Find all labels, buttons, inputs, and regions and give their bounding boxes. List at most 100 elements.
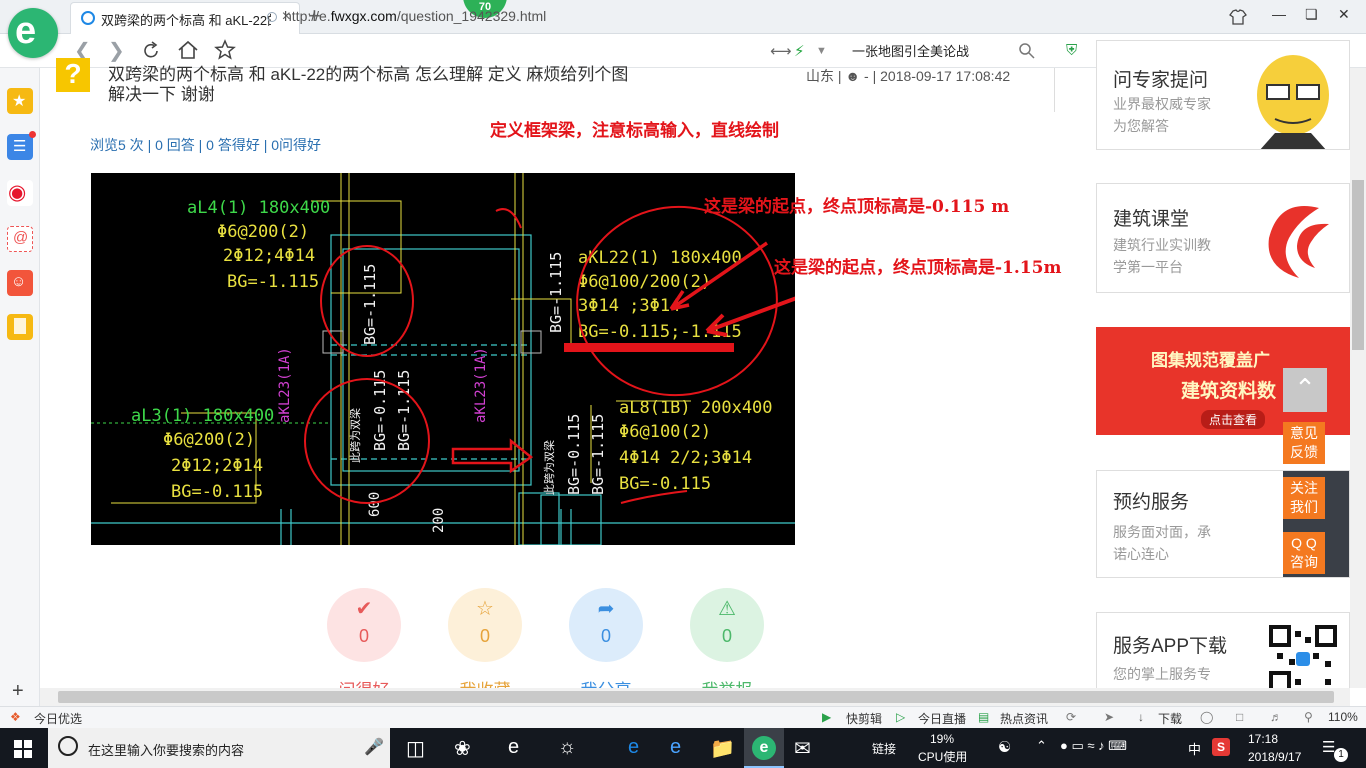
appointment-card-sub2: 诺心连心 (1113, 546, 1169, 562)
share-icon[interactable]: ⟷ (770, 42, 792, 60)
status-bar: ❖ 今日优选 ▶ 快剪辑 ▷ 今日直播 ▤ 热点资讯 ⟳ ➤ ↓ 下载 ◯ □ … (0, 706, 1366, 728)
report-button[interactable]: ⚠ 0 我举报 (690, 588, 764, 700)
expert-card-sub2: 为您解答 (1113, 118, 1169, 134)
double-beam-left-bg2: BG=-1.115 (395, 370, 413, 451)
status-item-clip[interactable]: 快剪辑 (846, 710, 882, 727)
volume-icon[interactable]: ♬ (1270, 710, 1282, 724)
close-window-button[interactable]: ✕ (1338, 6, 1350, 23)
add-sidebar-icon[interactable]: + (12, 680, 24, 703)
like-button[interactable]: ✔ 0 问得好 (327, 588, 401, 700)
collect-button[interactable]: ☆ 0 我收藏 (448, 588, 522, 700)
browser-logo-icon[interactable]: e (8, 8, 58, 58)
pin-icon[interactable]: ➤ (1104, 710, 1114, 724)
clip-icon: ▶ (822, 710, 832, 724)
aL4-name-label: aL4(1) 180x400 (187, 198, 330, 218)
aL8-stirrup-label: Φ6@100(2) (619, 422, 711, 442)
people-icon[interactable]: ☯ (998, 738, 1011, 756)
taskbar-search-placeholder: 在这里输入你要搜索的内容 (88, 743, 245, 758)
status-item-news[interactable]: 热点资讯 (1000, 710, 1048, 727)
site-info-icon[interactable] (267, 12, 277, 22)
aL8-bars-label: 4Φ14 2/2;3Φ14 (619, 448, 752, 468)
aL8-bg-label: BG=-0.115 (619, 474, 711, 494)
share-button[interactable]: ➦ 0 我分享 (569, 588, 643, 700)
taskbar-search-box[interactable]: 在这里输入你要搜索的内容 🎤 (48, 728, 390, 768)
cad-drawing-image[interactable]: aL4(1) 180x400 aL3(1) 180x400 Φ6@200(2) … (91, 173, 795, 545)
shirt-icon[interactable] (1228, 7, 1248, 27)
clock-date[interactable]: 2018/9/17 (1248, 750, 1301, 764)
banner-view-button[interactable]: 点击查看 (1201, 410, 1266, 429)
expert-card-title: 问专家提问 (1113, 70, 1209, 91)
shield-icon[interactable]: ⛨ (1066, 42, 1077, 59)
active-browser-task[interactable]: e (744, 728, 784, 768)
user-name[interactable]: - (864, 68, 869, 84)
window-icon[interactable]: □ (1236, 710, 1243, 724)
share-arrow-icon: ➦ (597, 598, 615, 620)
restore-button[interactable]: ❏ (1305, 6, 1318, 23)
clock-time[interactable]: 17:18 (1248, 732, 1278, 746)
qq-consult-button[interactable]: Q Q 咨询 (1283, 532, 1325, 574)
feedback-button[interactable]: 意见 反馈 (1283, 422, 1325, 464)
dimension-200: 200 (431, 508, 447, 533)
classroom-card[interactable]: 建筑课堂 建筑行业实训教 学第一平台 (1096, 183, 1350, 293)
dropdown-icon[interactable]: ▼ (816, 45, 827, 57)
mail-icon[interactable]: @ (7, 226, 33, 252)
refresh-status-icon[interactable]: ⟳ (1066, 710, 1076, 724)
back-to-top-button[interactable]: ⌃ (1283, 368, 1327, 412)
tray-icons[interactable]: ● ▭ ≈ ♪ ⌨ (1060, 738, 1127, 754)
taskbar-link[interactable]: 链接 (872, 740, 896, 757)
horizontal-scroll-thumb[interactable] (58, 691, 1334, 703)
edge-browser-icon[interactable]: e (628, 736, 639, 759)
notebook-icon[interactable] (7, 314, 33, 340)
aL4-bars-label: 2Φ12;4Φ14 (223, 246, 315, 266)
home-icon[interactable] (176, 39, 200, 61)
appointment-card-sub1: 服务面对面，承 (1113, 524, 1211, 540)
zoom-level[interactable]: 110% (1328, 710, 1358, 724)
header-divider (1054, 68, 1055, 112)
tray-arrow-icon[interactable]: ⌃ (1036, 738, 1047, 754)
weibo-icon[interactable]: ◉ (7, 180, 33, 206)
expert-card[interactable]: 问专家提问 业界最权威专家 为您解答 (1096, 40, 1350, 150)
double-beam-label-right: 此跨为双梁 (542, 440, 556, 495)
follow-us-button[interactable]: 关注 我们 (1283, 477, 1325, 519)
game-icon[interactable]: ☺ (7, 270, 33, 296)
download-icon: ↓ (1138, 710, 1144, 724)
status-item-download[interactable]: 下载 (1158, 710, 1182, 727)
address-bar[interactable]: http://e.fwxgx.com/question_1942329.html (262, 5, 1012, 29)
app-download-card[interactable]: 服务APP下载 您的掌上服务专 (1096, 612, 1350, 692)
search-icon[interactable] (1018, 42, 1036, 60)
task-view-icon[interactable]: ◫ (406, 736, 425, 761)
vertical-scroll-thumb[interactable] (1352, 180, 1364, 350)
aKL22-bars-label: 3Φ14 ;3Φ14 (578, 296, 680, 316)
favorites-star-icon[interactable]: ★ (7, 88, 33, 114)
lightning-icon[interactable]: ⚡ (794, 42, 805, 60)
aKL23-label-right: aKL23(1A) (473, 347, 489, 423)
double-beam-label-left: 此跨为双梁 (348, 408, 362, 463)
ie-browser-icon[interactable]: e (670, 736, 681, 759)
minimize-button[interactable]: — (1272, 6, 1286, 22)
fan-app-icon[interactable]: ❀ (454, 736, 471, 761)
gift-icon[interactable]: ❖ (10, 710, 21, 724)
ime-indicator[interactable]: 中 (1188, 739, 1201, 758)
windows-start-icon[interactable] (14, 740, 32, 758)
swirl-app-icon[interactable]: ☼ (558, 736, 576, 759)
browser-mini-icon[interactable]: ◯ (1200, 710, 1213, 724)
today-picks[interactable]: 今日优选 (34, 710, 82, 727)
file-explorer-icon[interactable]: 📁 (710, 736, 735, 761)
mail-app-icon[interactable]: ✉ (794, 736, 811, 761)
favorite-star-icon[interactable] (214, 39, 236, 61)
news-list-icon[interactable]: ☰ (7, 131, 36, 160)
qr-code-icon (1269, 625, 1337, 692)
search-suggestion[interactable]: 一张地图引全美论战 (852, 41, 969, 60)
microphone-icon[interactable]: 🎤 (364, 737, 384, 757)
url-text: http://e.fwxgx.com/question_1942329.html (284, 8, 547, 24)
question-stats[interactable]: 浏览5 次 | 0 回答 | 0 答得好 | 0问得好 (90, 135, 321, 155)
aL8-name-label: aL8(1B) 200x400 (619, 398, 773, 418)
sogou-ime-icon[interactable]: S (1212, 738, 1230, 756)
status-item-live[interactable]: 今日直播 (918, 710, 966, 727)
edge-e-icon[interactable]: e (508, 736, 519, 759)
vertical-scrollbar[interactable] (1350, 68, 1366, 688)
reload-icon[interactable] (140, 40, 162, 62)
share-count: 0 (600, 626, 611, 646)
annotation-start-115: 这是梁的起点，终点顶标高是-1.15m (774, 258, 1062, 278)
zoom-icon: ⚲ (1304, 710, 1313, 724)
